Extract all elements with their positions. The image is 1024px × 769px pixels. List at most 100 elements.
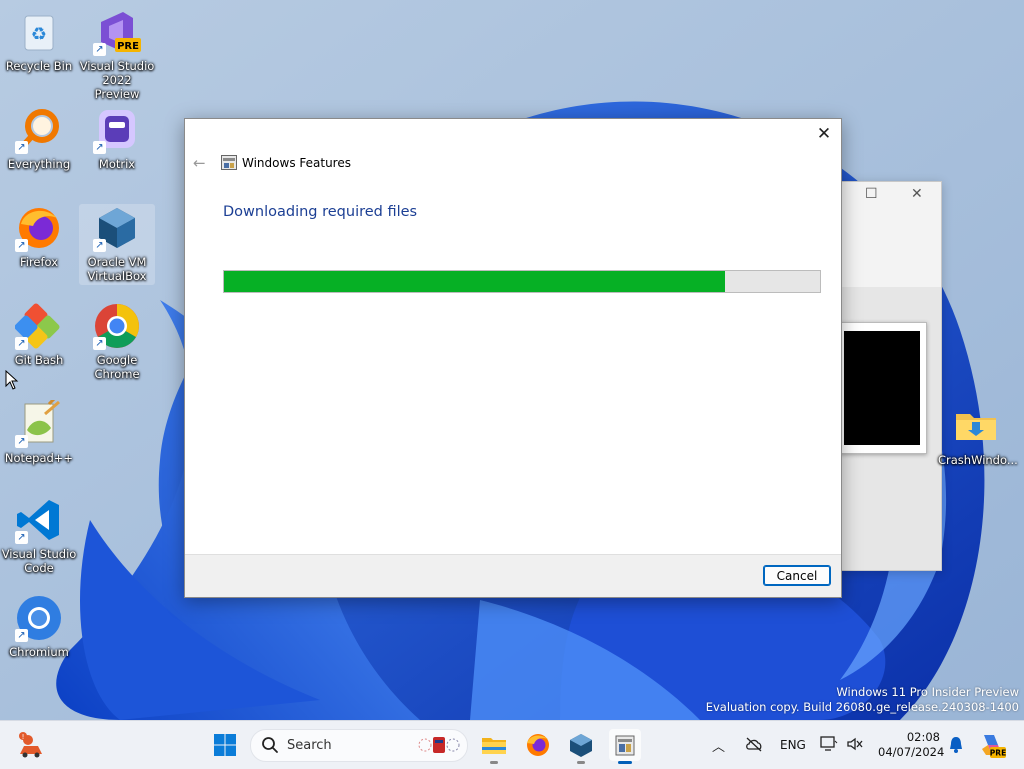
desktop-icon-label-line2: Chrome xyxy=(94,367,140,381)
desktop-icon-label-line2: VirtualBox xyxy=(87,269,147,283)
volume-muted-icon[interactable] xyxy=(846,736,864,752)
clock-time: 02:08 xyxy=(906,730,940,744)
copilot-icon[interactable]: PRE xyxy=(978,731,1006,759)
status-heading: Downloading required files xyxy=(223,204,418,220)
back-arrow-button[interactable]: ← xyxy=(193,154,206,172)
desktop-icon-visual-studio-2022-preview[interactable]: PRE ↗ Visual Studio 2022 Preview xyxy=(79,8,155,101)
video-preview xyxy=(839,322,927,454)
svg-text:PRE: PRE xyxy=(117,41,139,52)
desktop-icon-notepad-plus-plus[interactable]: ↗ Notepad++ xyxy=(1,394,77,465)
progress-fill xyxy=(224,271,725,292)
file-explorer-icon xyxy=(482,738,506,754)
background-window[interactable]: ☐ ✕ xyxy=(836,181,942,571)
desktop-icon-label: Notepad++ xyxy=(4,451,74,465)
desktop-icon-label: Motrix xyxy=(98,157,136,171)
everything-search-icon: ↗ xyxy=(15,106,63,154)
taskbar-search-box[interactable]: Search xyxy=(250,729,468,762)
desktop-icon-oracle-vm-virtualbox[interactable]: ↗ Oracle VM VirtualBox xyxy=(79,204,155,285)
watermark-line-2: Evaluation copy. Build 26080.ge_release.… xyxy=(705,700,1019,714)
taskbar: ! Search ︿ ENG 02:08 04/07/2024 PRE xyxy=(0,720,1024,769)
desktop-icon-chromium[interactable]: ↗ Chromium xyxy=(1,594,77,659)
desktop-icon-label: Visual Studio xyxy=(79,59,155,73)
desktop-icon-label: Git Bash xyxy=(14,353,64,367)
shortcut-arrow-icon: ↗ xyxy=(15,435,28,448)
motrix-icon: ↗ xyxy=(93,106,141,154)
desktop-icon-label: Recycle Bin xyxy=(5,59,73,73)
onedrive-offline-icon[interactable] xyxy=(745,736,763,752)
cancel-button[interactable]: Cancel xyxy=(763,565,831,586)
svg-text:!: ! xyxy=(22,733,25,741)
desktop-icon-label: Chromium xyxy=(9,645,69,659)
running-indicator xyxy=(490,761,498,764)
desktop-icon-visual-studio-code[interactable]: ↗ Visual Studio Code xyxy=(1,496,77,575)
taskbar-virtualbox[interactable] xyxy=(565,729,597,764)
shortcut-arrow-icon: ↗ xyxy=(15,531,28,544)
recycle-bin-icon: ♻ xyxy=(15,8,63,56)
taskbar-windows-features[interactable] xyxy=(609,729,641,764)
notification-bell-icon[interactable] xyxy=(948,736,964,754)
active-indicator xyxy=(618,761,632,764)
weather-widget-icon[interactable]: ! xyxy=(16,730,46,760)
shortcut-arrow-icon: ↗ xyxy=(93,141,106,154)
svg-text:PRE: PRE xyxy=(990,749,1006,758)
desktop-icon-label: Firefox xyxy=(19,255,59,269)
language-indicator[interactable]: ENG xyxy=(780,738,806,752)
dialog-title: Windows Features xyxy=(242,156,351,170)
clock-date: 04/07/2024 xyxy=(878,745,945,759)
close-button[interactable]: ✕ xyxy=(813,123,835,145)
start-button[interactable] xyxy=(209,729,241,761)
firefox-icon: ↗ xyxy=(15,204,63,252)
desktop-icon-recycle-bin[interactable]: ♻ Recycle Bin xyxy=(1,8,77,73)
desktop-icon-firefox[interactable]: ↗ Firefox xyxy=(1,204,77,269)
firefox-icon xyxy=(527,734,549,756)
windows-features-icon xyxy=(615,735,635,756)
desktop-icon-label: Everything xyxy=(7,157,71,171)
desktop-icon-git-bash[interactable]: ↗ Git Bash xyxy=(1,302,77,367)
watermark-line-1: Windows 11 Pro Insider Preview xyxy=(836,685,1019,699)
desktop-icon-label-line2: Code xyxy=(24,561,54,575)
windows-features-icon xyxy=(221,155,237,170)
shortcut-arrow-icon: ↗ xyxy=(93,239,106,252)
windows-features-dialog[interactable]: ✕ ← Windows Features Downloading require… xyxy=(184,118,842,598)
mouse-cursor-icon xyxy=(5,370,19,390)
search-highlight-fireworks-icon xyxy=(418,737,460,753)
dialog-footer: Cancel xyxy=(185,554,841,597)
desktop-icon-label: CrashWindo... xyxy=(938,453,1018,467)
notepad-plus-plus-icon: ↗ xyxy=(15,394,63,448)
desktop-icon-google-chrome[interactable]: ↗ Google Chrome xyxy=(79,302,155,381)
shortcut-arrow-icon: ↗ xyxy=(15,239,28,252)
desktop-icon-motrix[interactable]: ↗ Motrix xyxy=(79,106,155,171)
chrome-icon: ↗ xyxy=(93,302,141,350)
desktop-icon-label-line2: 2022 Preview xyxy=(94,73,140,101)
search-placeholder: Search xyxy=(287,738,332,753)
desktop-icon-crashwindows-folder[interactable]: CrashWindo... xyxy=(938,402,1018,467)
shortcut-arrow-icon: ↗ xyxy=(93,43,106,56)
virtualbox-icon: ↗ xyxy=(93,204,141,252)
desktop-icon-label: Visual Studio xyxy=(1,547,77,561)
windows-logo-icon xyxy=(214,734,236,756)
desktop-icon-everything[interactable]: ↗ Everything xyxy=(1,106,77,171)
taskbar-firefox[interactable] xyxy=(522,729,554,761)
download-progress-bar xyxy=(223,270,821,293)
vscode-icon: ↗ xyxy=(15,496,63,544)
close-icon[interactable]: ✕ xyxy=(911,186,923,202)
desktop-icon-label: Oracle VM xyxy=(87,255,147,269)
git-bash-icon: ↗ xyxy=(14,302,63,350)
shortcut-arrow-icon: ↗ xyxy=(15,141,28,154)
visual-studio-icon: PRE ↗ xyxy=(93,8,141,56)
clock[interactable]: 02:08 04/07/2024 xyxy=(878,730,945,760)
shortcut-arrow-icon: ↗ xyxy=(15,629,28,642)
virtualbox-icon xyxy=(570,734,592,757)
network-display-icon[interactable] xyxy=(820,735,838,753)
running-indicator xyxy=(577,761,585,764)
folder-icon xyxy=(952,402,1000,450)
taskbar-file-explorer[interactable] xyxy=(478,729,510,764)
evaluation-watermark: Windows 11 Pro Insider Preview Evaluatio… xyxy=(706,685,1019,715)
svg-text:♻: ♻ xyxy=(31,24,47,45)
shortcut-arrow-icon: ↗ xyxy=(15,337,28,350)
maximize-icon[interactable]: ☐ xyxy=(865,186,878,202)
show-hidden-icons-chevron-icon[interactable]: ︿ xyxy=(712,736,725,755)
chromium-icon: ↗ xyxy=(15,594,63,642)
desktop-icon-label: Google xyxy=(96,353,138,367)
search-icon xyxy=(262,737,278,753)
